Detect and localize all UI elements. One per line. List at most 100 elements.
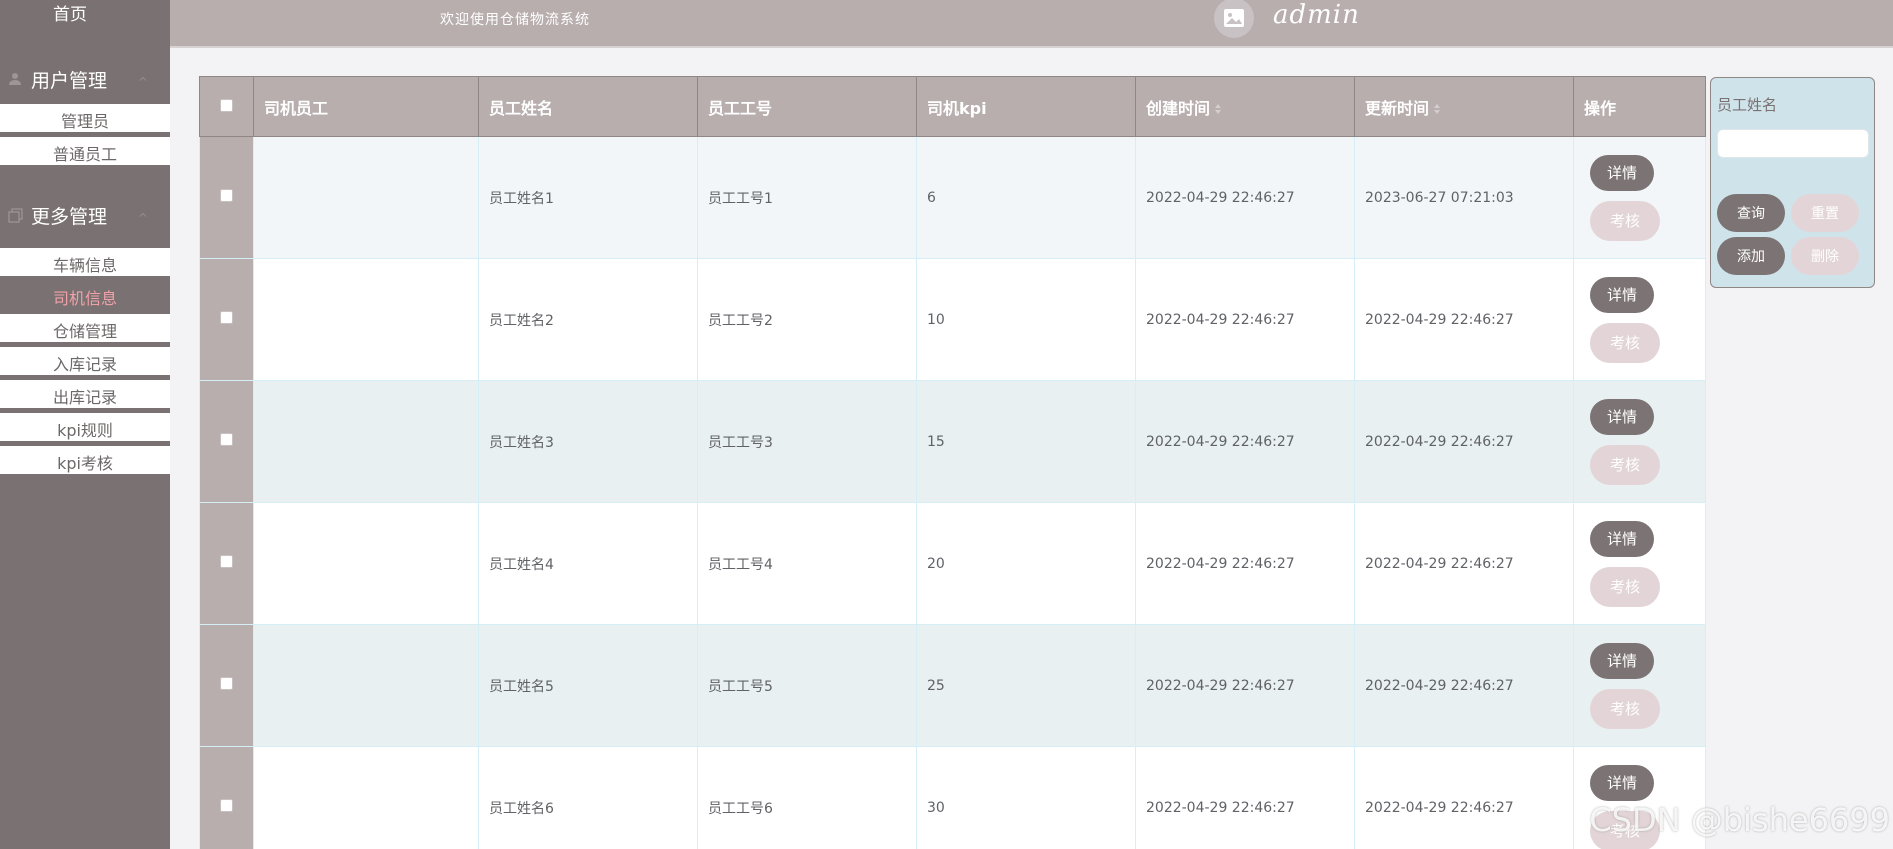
audit-button[interactable]: 考核 <box>1590 688 1660 729</box>
cell-updated: 2023-06-27 07:21:03 <box>1354 136 1574 259</box>
detail-button[interactable]: 详情 <box>1590 276 1654 313</box>
sort-icon[interactable] <box>1433 103 1441 115</box>
sidebar-item-drivers[interactable]: 司机信息 <box>0 281 170 314</box>
cell-driver-staff <box>253 136 479 259</box>
col-driver-staff: 司机员工 <box>253 76 479 137</box>
sort-icon[interactable] <box>1214 103 1222 115</box>
cell-created: 2022-04-29 22:46:27 <box>1135 258 1355 381</box>
select-all-checkbox-cell <box>199 76 254 137</box>
select-all-checkbox[interactable] <box>220 99 233 112</box>
col-actions: 操作 <box>1573 76 1706 137</box>
cell-staff-no: 员工工号6 <box>697 746 917 849</box>
audit-button[interactable]: 考核 <box>1590 566 1660 607</box>
sidebar-item-warehouse[interactable]: 仓储管理 <box>0 314 170 347</box>
sidebar-item-kpi-rules[interactable]: kpi规则 <box>0 413 170 446</box>
row-checkbox[interactable] <box>220 189 233 202</box>
copy-icon <box>7 207 23 223</box>
cell-driver-staff <box>253 746 479 849</box>
sidebar: 首页 用户管理 管理员 普通员工 更多管理 车辆信息 司机信息 仓储管理 入库记… <box>0 0 170 849</box>
query-button[interactable]: 查询 <box>1717 194 1785 232</box>
cell-updated: 2022-04-29 22:46:27 <box>1354 502 1574 625</box>
user-icon <box>7 71 23 87</box>
sidebar-item-admin[interactable]: 管理员 <box>0 104 170 137</box>
sidebar-group-user-management[interactable]: 用户管理 <box>0 54 170 104</box>
cell-updated: 2022-04-29 22:46:27 <box>1354 258 1574 381</box>
cell-kpi: 30 <box>916 746 1136 849</box>
col-created-time[interactable]: 创建时间 <box>1135 76 1355 137</box>
audit-button[interactable]: 考核 <box>1590 322 1660 363</box>
image-icon <box>1224 9 1244 27</box>
search-panel: 员工姓名 查询 重置 添加 删除 <box>1710 77 1875 288</box>
cell-updated: 2022-04-29 22:46:27 <box>1354 746 1574 849</box>
col-updated-time[interactable]: 更新时间 <box>1354 76 1574 137</box>
sidebar-item-inbound[interactable]: 入库记录 <box>0 347 170 380</box>
row-checkbox[interactable] <box>220 311 233 324</box>
cell-created: 2022-04-29 22:46:27 <box>1135 380 1355 503</box>
cell-driver-staff <box>253 380 479 503</box>
sidebar-group-more-management[interactable]: 更多管理 <box>0 190 170 240</box>
cell-staff-name: 员工姓名5 <box>478 624 698 747</box>
cell-created: 2022-04-29 22:46:27 <box>1135 624 1355 747</box>
cell-kpi: 20 <box>916 502 1136 625</box>
row-checkbox[interactable] <box>220 799 233 812</box>
sidebar-item-outbound[interactable]: 出库记录 <box>0 380 170 413</box>
row-checkbox[interactable] <box>220 433 233 446</box>
cell-driver-staff <box>253 502 479 625</box>
col-staff-name: 员工姓名 <box>478 76 698 137</box>
cell-staff-name: 员工姓名3 <box>478 380 698 503</box>
sidebar-item-vehicles[interactable]: 车辆信息 <box>0 248 170 281</box>
col-driver-kpi: 司机kpi <box>916 76 1136 137</box>
cell-driver-staff <box>253 258 479 381</box>
cell-kpi: 10 <box>916 258 1136 381</box>
cell-created: 2022-04-29 22:46:27 <box>1135 746 1355 849</box>
table-row: 员工姓名5 员工工号5 25 2022-04-29 22:46:27 2022-… <box>199 624 1706 747</box>
top-bar: 欢迎使用仓储物流系统 admin <box>170 0 1893 48</box>
col-updated-time-label: 更新时间 <box>1365 98 1430 118</box>
cell-staff-name: 员工姓名4 <box>478 502 698 625</box>
cell-kpi: 6 <box>916 136 1136 259</box>
sidebar-item-home[interactable]: 首页 <box>0 0 170 32</box>
cell-driver-staff <box>253 624 479 747</box>
chevron-up-icon <box>139 76 147 81</box>
cell-kpi: 15 <box>916 380 1136 503</box>
avatar[interactable] <box>1214 0 1254 38</box>
row-checkbox[interactable] <box>220 555 233 568</box>
add-button[interactable]: 添加 <box>1717 237 1785 275</box>
reset-button[interactable]: 重置 <box>1791 194 1859 232</box>
cell-staff-name: 员工姓名6 <box>478 746 698 849</box>
delete-button[interactable]: 删除 <box>1791 237 1859 275</box>
detail-button[interactable]: 详情 <box>1590 520 1654 557</box>
search-name-label: 员工姓名 <box>1717 96 1778 114</box>
sidebar-group-label: 更多管理 <box>31 205 108 228</box>
driver-table: 司机员工 员工姓名 员工工号 司机kpi 创建时间 更新时间 操作 员工姓名1 … <box>199 76 1706 849</box>
search-name-input[interactable] <box>1717 129 1869 158</box>
username[interactable]: admin <box>1273 0 1360 30</box>
sidebar-item-kpi-review[interactable]: kpi考核 <box>0 446 170 479</box>
col-created-time-label: 创建时间 <box>1146 98 1211 118</box>
chevron-up-icon <box>139 212 147 217</box>
sidebar-item-staff[interactable]: 普通员工 <box>0 137 170 170</box>
table-row: 员工姓名6 员工工号6 30 2022-04-29 22:46:27 2022-… <box>199 746 1706 849</box>
detail-button[interactable]: 详情 <box>1590 764 1654 801</box>
detail-button[interactable]: 详情 <box>1590 398 1654 435</box>
row-checkbox[interactable] <box>220 677 233 690</box>
cell-kpi: 25 <box>916 624 1136 747</box>
cell-staff-name: 员工姓名1 <box>478 136 698 259</box>
detail-button[interactable]: 详情 <box>1590 154 1654 191</box>
cell-updated: 2022-04-29 22:46:27 <box>1354 624 1574 747</box>
table-row: 员工姓名1 员工工号1 6 2022-04-29 22:46:27 2023-0… <box>199 136 1706 259</box>
col-staff-no: 员工工号 <box>697 76 917 137</box>
cell-updated: 2022-04-29 22:46:27 <box>1354 380 1574 503</box>
cell-created: 2022-04-29 22:46:27 <box>1135 502 1355 625</box>
cell-staff-no: 员工工号4 <box>697 502 917 625</box>
sidebar-group-label: 用户管理 <box>31 69 108 92</box>
audit-button[interactable]: 考核 <box>1590 200 1660 241</box>
cell-staff-no: 员工工号5 <box>697 624 917 747</box>
detail-button[interactable]: 详情 <box>1590 642 1654 679</box>
table-header-row: 司机员工 员工姓名 员工工号 司机kpi 创建时间 更新时间 操作 <box>199 76 1706 137</box>
watermark: CSDN @bishe6699 <box>1589 801 1890 839</box>
table-row: 员工姓名3 员工工号3 15 2022-04-29 22:46:27 2022-… <box>199 380 1706 503</box>
cell-staff-no: 员工工号1 <box>697 136 917 259</box>
cell-created: 2022-04-29 22:46:27 <box>1135 136 1355 259</box>
audit-button[interactable]: 考核 <box>1590 444 1660 485</box>
